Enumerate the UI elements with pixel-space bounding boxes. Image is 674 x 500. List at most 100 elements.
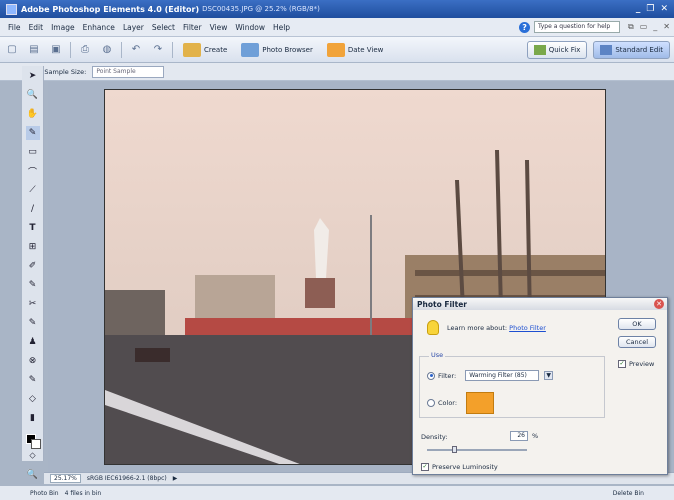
learn-more-link[interactable]: Photo Filter xyxy=(509,324,546,332)
redo-icon[interactable]: ↷ xyxy=(150,42,166,58)
save-icon[interactable]: ▣ xyxy=(48,42,64,58)
hand-tool-icon[interactable]: ✋ xyxy=(26,107,40,121)
zoom-tool-icon[interactable]: 🔍 xyxy=(26,88,40,102)
status-menu-arrow[interactable]: ▶ xyxy=(173,475,178,482)
filter-radio[interactable] xyxy=(427,371,435,380)
move-tool-icon[interactable]: ➤ xyxy=(26,69,40,83)
toolbar-divider xyxy=(172,41,173,58)
filter-label: Filter: xyxy=(438,371,457,380)
clone-stamp-tool-icon[interactable]: ♟ xyxy=(26,335,40,349)
menu-file[interactable]: File xyxy=(4,23,25,32)
toolbox: ➤ 🔍 ✋ ✎ ▭ ⌒ ⟋ ∕ T ⊞ ✐ ✎ ✂ ✎ ♟ ⊗ ✎ ◇ ▮ ⊂ … xyxy=(22,66,44,480)
shortcuts-bar: ▢ ▤ ▣ ⎙ ◍ ↶ ↷ Create Photo Browser Date … xyxy=(0,37,674,63)
preview-checkbox[interactable]: ✓ xyxy=(618,360,626,368)
maximize-button[interactable]: ❐ xyxy=(646,4,654,14)
color-profile: sRGB IEC61966-2.1 (8bpc) xyxy=(86,475,167,482)
photo-browser-icon xyxy=(241,42,260,57)
help-search-input[interactable]: Type a question for help xyxy=(534,21,621,33)
color-row: Color: xyxy=(427,392,495,414)
cookie-cutter-tool-icon[interactable]: ✐ xyxy=(26,259,40,273)
menu-edit[interactable]: Edit xyxy=(25,23,48,32)
standard-edit-button[interactable]: Standard Edit xyxy=(593,40,670,59)
menu-view[interactable]: View xyxy=(206,23,232,32)
create-icon xyxy=(183,42,201,57)
quick-fix-label: Quick Fix xyxy=(548,45,581,54)
open-folder-icon[interactable]: ▤ xyxy=(26,42,42,58)
color-swatch[interactable] xyxy=(466,392,495,414)
preview-label: Preview xyxy=(629,360,655,368)
create-button[interactable]: Create xyxy=(179,42,231,57)
red-eye-tool-icon[interactable]: ✂ xyxy=(26,297,40,311)
preserve-luminosity[interactable]: ✓ Preserve Luminosity xyxy=(421,463,498,471)
eyedropper-tool-icon[interactable]: ✎ xyxy=(25,126,40,140)
photo-browser-button[interactable]: Photo Browser xyxy=(237,42,317,57)
photo-filter-dialog: Photo Filter ✕ Learn more about: Photo F… xyxy=(412,297,668,475)
toolbar-divider xyxy=(121,41,122,58)
menu-layer[interactable]: Layer xyxy=(119,23,148,32)
tile-icon[interactable]: ▭ xyxy=(640,22,648,32)
new-file-icon[interactable]: ▢ xyxy=(4,42,20,58)
date-view-button[interactable]: Date View xyxy=(323,42,388,57)
restore-icon[interactable]: ⧉ xyxy=(628,22,634,32)
menu-select[interactable]: Select xyxy=(148,23,179,32)
brush-tool-icon[interactable]: ◇ xyxy=(26,392,40,406)
ok-button[interactable]: OK xyxy=(618,318,656,330)
close-button[interactable]: ✕ xyxy=(660,4,668,14)
blur-tool-icon[interactable]: ⬦ xyxy=(26,449,40,463)
sample-size-label: Sample Size: xyxy=(44,67,87,76)
filter-select[interactable]: Warming Filter (85) xyxy=(465,370,540,381)
menu-enhance[interactable]: Enhance xyxy=(79,23,119,32)
color-radio[interactable] xyxy=(427,399,435,407)
menu-window[interactable]: Window xyxy=(231,23,269,32)
lasso-tool-icon[interactable]: ⌒ xyxy=(26,164,40,178)
crop-tool-icon[interactable]: ⊞ xyxy=(26,240,40,254)
density-slider-thumb[interactable] xyxy=(451,446,457,453)
online-services-icon[interactable]: ◍ xyxy=(99,42,115,58)
minimize-button[interactable]: _ xyxy=(636,4,641,14)
lightbulb-icon xyxy=(427,320,439,335)
help-icon: ? xyxy=(519,21,531,33)
dialog-title: Photo Filter xyxy=(413,298,667,310)
doc-minimize-icon[interactable]: _ xyxy=(653,22,657,32)
print-icon[interactable]: ⎙ xyxy=(77,42,93,58)
options-bar: ✒ Sample Size: Point Sample xyxy=(0,63,674,81)
filter-row: Filter: Warming Filter (85) ▼ xyxy=(427,370,554,381)
quick-fix-button[interactable]: Quick Fix xyxy=(526,40,588,59)
sample-size-select[interactable]: Point Sample xyxy=(92,65,165,78)
photo-bin-label[interactable]: Photo Bin xyxy=(30,490,59,497)
window-title: Adobe Photoshop Elements 4.0 (Editor) xyxy=(21,4,200,14)
density-input[interactable]: 26 xyxy=(510,431,528,441)
window-title-extra: DSC00435.JPG @ 25.2% (RGB/8*) xyxy=(202,5,320,13)
undo-icon[interactable]: ↶ xyxy=(128,42,144,58)
pencil-tool-icon[interactable]: ✎ xyxy=(26,373,40,387)
menu-help[interactable]: Help xyxy=(269,23,294,32)
photo-browser-label: Photo Browser xyxy=(262,45,313,54)
chevron-down-icon[interactable]: ▼ xyxy=(544,371,554,380)
selection-brush-tool-icon[interactable]: ∕ xyxy=(26,202,40,216)
photo-bin-files: 4 files in bin xyxy=(64,489,102,497)
density-unit: % xyxy=(532,432,539,440)
doc-close-icon[interactable]: ✕ xyxy=(663,22,670,32)
zoom-level[interactable]: 25.17% xyxy=(50,474,81,483)
preview-option[interactable]: ✓ Preview xyxy=(618,360,654,368)
learn-more-label: Learn more about: xyxy=(447,324,508,332)
delete-bin-button[interactable]: Delete Bin xyxy=(613,490,644,497)
healing-brush-tool-icon[interactable]: ✎ xyxy=(26,316,40,330)
density-slider[interactable] xyxy=(427,446,527,453)
background-color-swatch[interactable] xyxy=(31,439,41,449)
paint-bucket-tool-icon[interactable]: ▮ xyxy=(26,411,40,425)
window-controls: _ ❐ ✕ xyxy=(636,4,668,14)
density-label: Density: xyxy=(421,433,448,441)
straighten-tool-icon[interactable]: ✎ xyxy=(26,278,40,292)
eraser-tool-icon[interactable]: ⊗ xyxy=(26,354,40,368)
magic-wand-tool-icon[interactable]: ⟋ xyxy=(26,183,40,197)
sponge-tool-icon[interactable]: 🔍 xyxy=(26,468,40,482)
marquee-tool-icon[interactable]: ▭ xyxy=(26,145,40,159)
dialog-close-icon[interactable]: ✕ xyxy=(654,299,664,309)
type-tool-icon[interactable]: T xyxy=(26,221,40,235)
menu-image[interactable]: Image xyxy=(47,23,79,32)
learn-more: Learn more about: Photo Filter xyxy=(447,324,546,332)
preserve-luminosity-checkbox[interactable]: ✓ xyxy=(421,463,429,471)
cancel-button[interactable]: Cancel xyxy=(618,336,656,348)
menu-filter[interactable]: Filter xyxy=(179,23,206,32)
